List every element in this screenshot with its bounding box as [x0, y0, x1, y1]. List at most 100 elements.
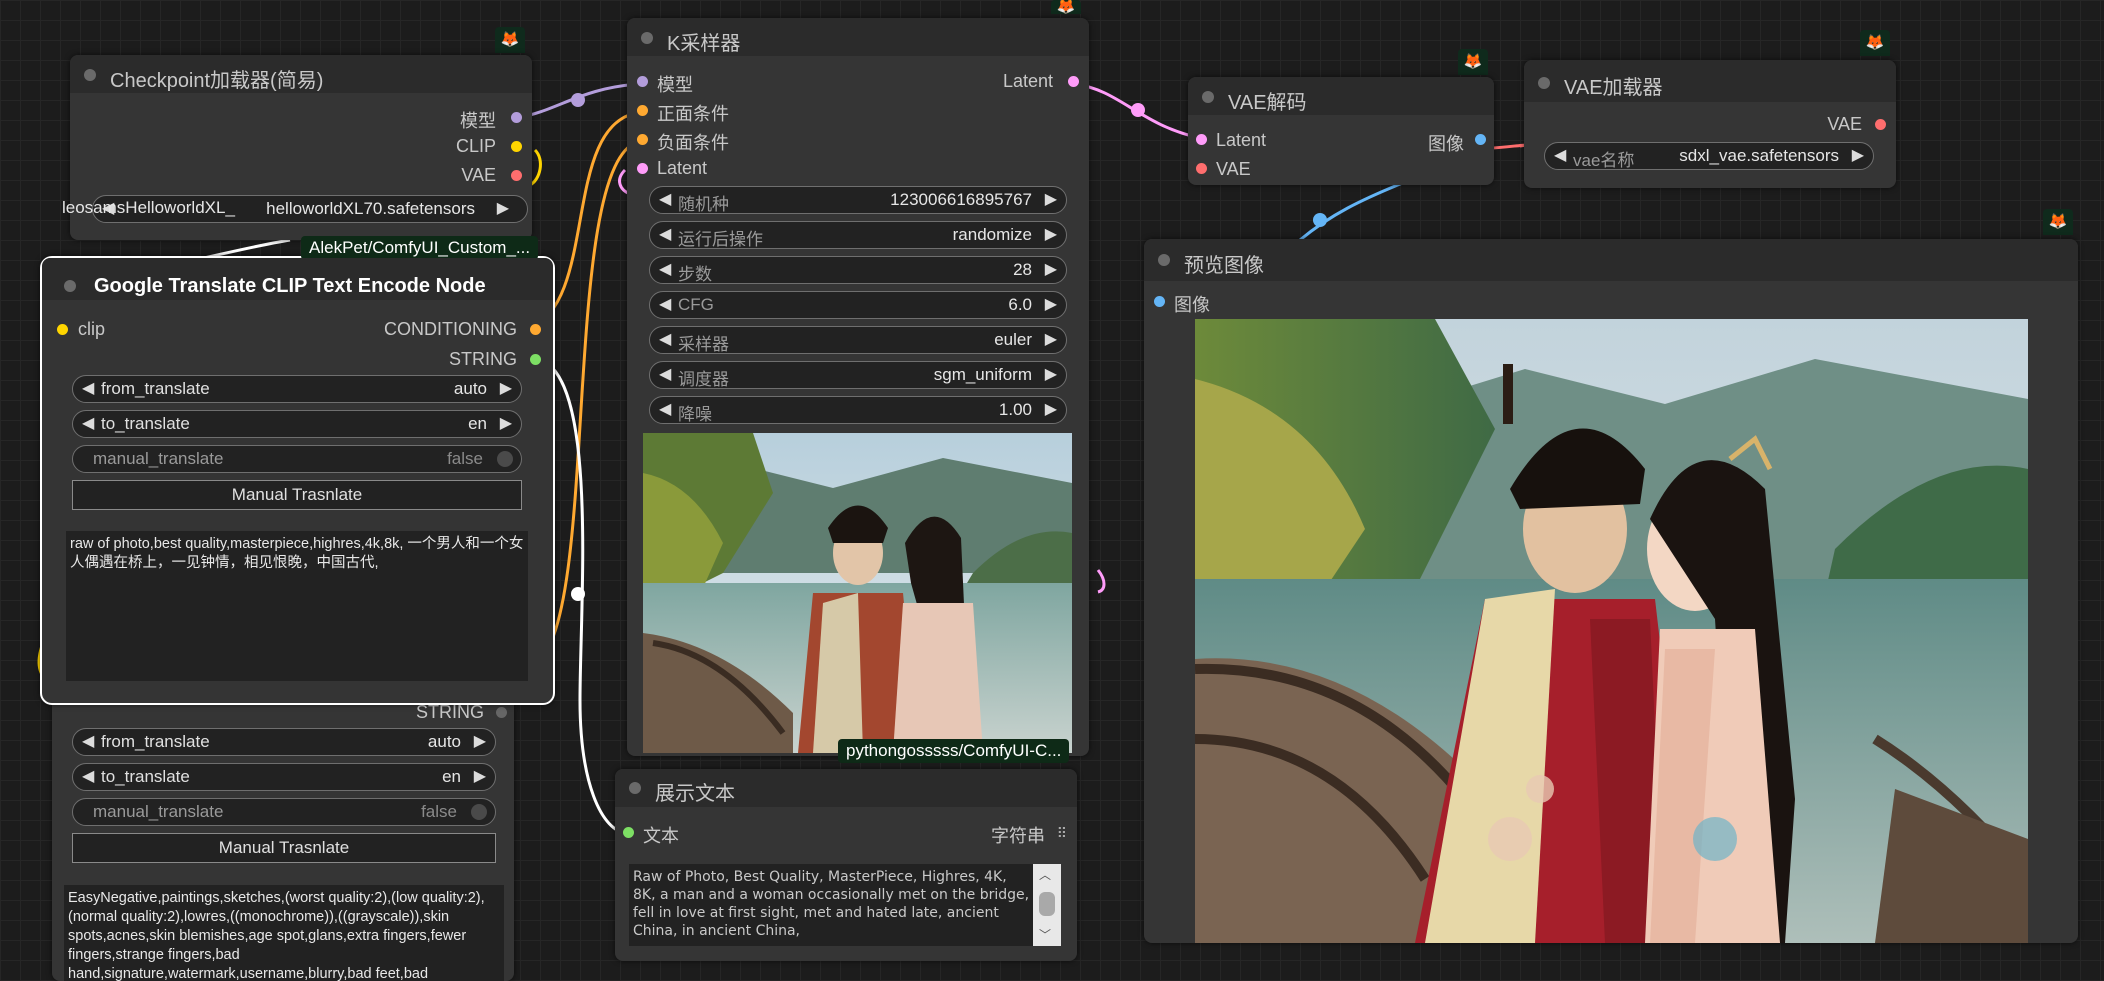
arrow-right-icon[interactable]: ▶ — [1045, 364, 1057, 384]
arrow-right-icon[interactable]: ▶ — [500, 413, 512, 433]
arrow-left-icon[interactable]: ◀ — [659, 399, 671, 419]
denoise-widget[interactable]: ◀ 降噪 1.00 ▶ — [649, 396, 1067, 424]
arrow-left-icon[interactable]: ◀ — [659, 224, 671, 244]
arrow-left-icon[interactable]: ◀ — [82, 766, 94, 786]
input-label-clip: clip — [78, 319, 106, 339]
output-label-image: 图像 — [1428, 134, 1464, 154]
vae-decode-node[interactable]: VAE解码 Latent VAE 图像 — [1188, 77, 1494, 185]
output-port-vae[interactable] — [511, 170, 522, 181]
wire-preview-latent-hint — [1096, 569, 1106, 594]
negative-prompt-textarea[interactable]: EasyNegative,paintings,sketches,(worst q… — [64, 885, 504, 981]
manual-translate-button[interactable]: Manual Trasnlate — [72, 480, 522, 510]
output-port-image[interactable] — [1475, 134, 1486, 145]
collapse-dot[interactable] — [1538, 77, 1550, 89]
vae-loader-node[interactable]: VAE加载器 VAE ◀ vae名称 sdxl_vae.safetensors … — [1524, 60, 1896, 188]
node-title-bar[interactable]: Checkpoint加载器(简易) — [70, 55, 532, 93]
collapse-dot[interactable] — [1202, 91, 1214, 103]
scroll-thumb[interactable] — [1039, 892, 1055, 916]
sampler-widget[interactable]: ◀ 采样器 euler ▶ — [649, 326, 1067, 354]
arrow-right-icon[interactable]: ▶ — [1045, 329, 1057, 349]
output-port-string[interactable] — [530, 354, 541, 365]
arrow-left-icon[interactable]: ◀ — [659, 259, 671, 279]
output-port-clip[interactable] — [511, 141, 522, 152]
input-port-model[interactable] — [637, 76, 648, 87]
input-label-negative: 负面条件 — [657, 133, 729, 153]
output-port-vae[interactable] — [1875, 119, 1886, 130]
from-translate-combo[interactable]: ◀ from_translate auto ▶ — [72, 375, 522, 403]
arrow-right-icon[interactable]: ▶ — [1045, 189, 1057, 209]
input-port-vae[interactable] — [1196, 163, 1207, 174]
arrow-left-icon[interactable]: ◀ — [1554, 145, 1566, 165]
output-port-string[interactable] — [496, 707, 507, 718]
arrow-left-icon[interactable]: ◀ — [659, 189, 671, 209]
arrow-left-icon[interactable]: ◀ — [659, 364, 671, 384]
scheduler-widget[interactable]: ◀ 调度器 sgm_uniform ▶ — [649, 361, 1067, 389]
arrow-right-icon[interactable]: ▶ — [474, 731, 486, 751]
node-title-bar[interactable]: Google Translate CLIP Text Encode Node — [42, 258, 553, 300]
checkpoint-loader-node[interactable]: Checkpoint加载器(简易) 模型 CLIP VAE ◀ hellowor… — [62, 55, 532, 240]
display-text-area[interactable]: Raw of Photo, Best Quality, MasterPiece,… — [629, 864, 1039, 946]
arrow-right-icon[interactable]: ▶ — [1852, 145, 1864, 165]
arrow-left-icon[interactable]: ◀ — [82, 378, 94, 398]
input-port-latent[interactable] — [1196, 134, 1207, 145]
arrow-left-icon[interactable]: ◀ — [659, 294, 671, 314]
arrow-right-icon[interactable]: ▶ — [1045, 224, 1057, 244]
input-label-image: 图像 — [1174, 295, 1210, 315]
positive-prompt-textarea[interactable]: raw of photo,best quality,masterpiece,hi… — [66, 531, 528, 681]
ksampler-node[interactable]: K采样器 模型 正面条件 负面条件 Latent Latent ◀ 随机种 12… — [627, 18, 1089, 763]
to-translate-combo[interactable]: ◀ to_translate en ▶ — [72, 763, 496, 791]
node-title-bar[interactable]: VAE解码 — [1188, 77, 1494, 115]
from-translate-combo[interactable]: ◀ from_translate auto ▶ — [72, 728, 496, 756]
seed-widget[interactable]: ◀ 随机种 123006616895767 ▶ — [649, 186, 1067, 214]
translate-node-positive[interactable]: AlekPet/ComfyUI_Custom_... Google Transl… — [40, 236, 555, 705]
input-port-negative[interactable] — [637, 134, 648, 145]
widget-label: to_translate — [101, 767, 190, 786]
output-port-conditioning[interactable] — [530, 324, 541, 335]
arrow-right-icon[interactable]: ▶ — [500, 378, 512, 398]
node-source-badge: AlekPet/ComfyUI_Custom_... — [301, 236, 539, 260]
arrow-left-icon[interactable]: ◀ — [659, 329, 671, 349]
ksampler-preview-image — [643, 433, 1072, 753]
preview-image[interactable] — [1195, 319, 2028, 943]
arrow-right-icon[interactable]: ▶ — [474, 766, 486, 786]
arrow-right-icon[interactable]: ▶ — [1045, 399, 1057, 419]
node-title-bar[interactable]: K采样器 — [627, 18, 1089, 56]
control-after-generate-widget[interactable]: ◀ 运行后操作 randomize ▶ — [649, 221, 1067, 249]
arrow-right-icon[interactable]: ▶ — [1045, 294, 1057, 314]
input-port-image[interactable] — [1154, 296, 1165, 307]
preview-image-node[interactable]: 预览图像 图像 — [1144, 239, 2078, 943]
collapse-dot[interactable] — [641, 32, 653, 44]
widget-value: auto — [453, 379, 487, 398]
output-port-latent[interactable] — [1068, 76, 1079, 87]
arrow-left-icon[interactable]: ◀ — [82, 413, 94, 433]
arrow-right-icon[interactable]: ▶ — [1045, 259, 1057, 279]
node-title: Google Translate CLIP Text Encode Node — [94, 275, 486, 297]
widget-value: 1.00 — [998, 400, 1032, 419]
arrow-left-icon[interactable]: ◀ — [82, 731, 94, 751]
manual-translate-toggle[interactable]: manual_translate false — [72, 445, 522, 473]
node-title-bar[interactable]: 展示文本 — [615, 769, 1077, 807]
collapse-dot[interactable] — [1158, 254, 1170, 266]
input-port-latent[interactable] — [637, 163, 648, 174]
node-title-bar[interactable]: 预览图像 — [1144, 239, 2078, 281]
collapse-dot[interactable] — [64, 280, 76, 292]
to-translate-combo[interactable]: ◀ to_translate en ▶ — [72, 410, 522, 438]
input-port-text[interactable] — [623, 827, 634, 838]
output-port-model[interactable] — [511, 112, 522, 123]
vae-name-combo[interactable]: ◀ vae名称 sdxl_vae.safetensors ▶ — [1544, 142, 1874, 170]
steps-widget[interactable]: ◀ 步数 28 ▶ — [649, 256, 1067, 284]
scroll-up-icon[interactable]: ︿ — [1039, 866, 1051, 883]
show-text-node[interactable]: 展示文本 文本 字符串 ⠿ Raw of Photo, Best Quality… — [615, 769, 1077, 961]
arrow-right-icon[interactable]: ▶ — [497, 198, 509, 218]
widget-label: from_translate — [101, 732, 210, 751]
input-port-positive[interactable] — [637, 105, 648, 116]
cfg-widget[interactable]: ◀ CFG 6.0 ▶ — [649, 291, 1067, 319]
collapse-dot[interactable] — [629, 782, 641, 794]
manual-translate-button[interactable]: Manual Trasnlate — [72, 833, 496, 863]
manual-translate-toggle[interactable]: manual_translate false — [72, 798, 496, 826]
textarea-scrollbar[interactable]: ︿ ﹀ — [1033, 864, 1061, 946]
scroll-down-icon[interactable]: ﹀ — [1039, 926, 1051, 943]
node-title-bar[interactable]: VAE加载器 — [1524, 60, 1896, 102]
collapse-dot[interactable] — [84, 69, 96, 81]
input-port-clip[interactable] — [57, 324, 68, 335]
